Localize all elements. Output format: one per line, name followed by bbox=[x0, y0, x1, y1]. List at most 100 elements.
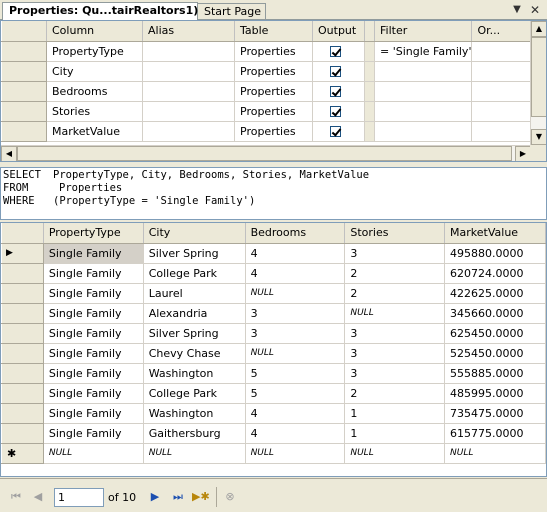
results-header-marketvalue[interactable]: MarketValue bbox=[444, 223, 546, 244]
tab-properties-query[interactable]: Properties: Qu...tairRealtors1)* bbox=[2, 2, 204, 21]
scroll-up-icon[interactable]: ▲ bbox=[531, 21, 546, 37]
row-selector[interactable] bbox=[1, 402, 44, 424]
cell-city[interactable]: College Park bbox=[143, 383, 246, 404]
cell-bedrooms[interactable]: 4 bbox=[245, 423, 346, 444]
criteria-header-table[interactable]: Table bbox=[234, 21, 313, 42]
new-row-cell-bedrooms[interactable]: NULL bbox=[245, 443, 346, 464]
row-selector[interactable] bbox=[1, 40, 47, 62]
cell-propertytype[interactable]: Single Family bbox=[43, 263, 144, 284]
criteria-filter-cell[interactable] bbox=[374, 61, 473, 82]
tab-start-page[interactable]: Start Page bbox=[198, 3, 266, 19]
row-selector[interactable]: ✱ bbox=[1, 442, 44, 464]
cell-marketvalue[interactable]: 625450.0000 bbox=[444, 323, 546, 344]
criteria-filter-cell[interactable]: = 'Single Family' bbox=[374, 41, 473, 62]
row-selector[interactable] bbox=[1, 382, 44, 404]
scroll-thumb[interactable] bbox=[531, 37, 546, 117]
criteria-table-cell[interactable]: Properties bbox=[234, 41, 313, 62]
cell-city[interactable]: Gaithersburg bbox=[143, 423, 246, 444]
criteria-column-cell[interactable]: Bedrooms bbox=[46, 81, 143, 102]
new-row-cell-marketvalue[interactable]: NULL bbox=[444, 443, 546, 464]
criteria-table-cell[interactable]: Properties bbox=[234, 121, 313, 142]
cell-marketvalue[interactable]: 555885.0000 bbox=[444, 363, 546, 384]
row-selector[interactable] bbox=[1, 422, 44, 444]
table-row[interactable]: Single Family Chevy Chase NULL 3 525450.0000 bbox=[1, 342, 546, 364]
cell-stories[interactable]: NULL bbox=[344, 303, 446, 324]
criteria-row[interactable]: Stories Properties bbox=[1, 100, 537, 122]
row-selector[interactable] bbox=[1, 302, 44, 324]
cell-bedrooms[interactable]: 3 bbox=[245, 303, 346, 324]
criteria-header-filter[interactable]: Filter bbox=[374, 21, 473, 42]
cell-marketvalue[interactable]: 615775.0000 bbox=[444, 423, 546, 444]
row-selector[interactable]: ▶ bbox=[1, 242, 44, 264]
row-selector[interactable] bbox=[1, 80, 47, 102]
new-row-cell-stories[interactable]: NULL bbox=[344, 443, 446, 464]
criteria-column-cell[interactable]: MarketValue bbox=[46, 121, 143, 142]
results-header-propertytype[interactable]: PropertyType bbox=[43, 223, 144, 244]
new-record-icon[interactable]: ▶✱ bbox=[192, 489, 210, 505]
current-record-input[interactable] bbox=[54, 488, 104, 507]
table-row[interactable]: Single Family Washington 5 3 555885.0000 bbox=[1, 362, 546, 384]
criteria-output-cell[interactable] bbox=[312, 101, 365, 122]
criteria-alias-cell[interactable] bbox=[142, 81, 235, 102]
cell-stories[interactable]: 2 bbox=[344, 283, 446, 304]
results-header-bedrooms[interactable]: Bedrooms bbox=[245, 223, 346, 244]
cell-marketvalue[interactable]: 525450.0000 bbox=[444, 343, 546, 364]
cell-city[interactable]: College Park bbox=[143, 263, 246, 284]
row-selector[interactable] bbox=[1, 322, 44, 344]
cell-stories[interactable]: 1 bbox=[344, 403, 446, 424]
cell-propertytype[interactable]: Single Family bbox=[43, 323, 144, 344]
cell-city[interactable]: Washington bbox=[143, 403, 246, 424]
output-checkbox[interactable] bbox=[330, 126, 341, 137]
output-checkbox[interactable] bbox=[330, 46, 341, 57]
criteria-alias-cell[interactable] bbox=[142, 41, 235, 62]
cell-stories[interactable]: 3 bbox=[344, 363, 446, 384]
cell-propertytype[interactable]: Single Family bbox=[43, 283, 144, 304]
criteria-header-output[interactable]: Output bbox=[312, 21, 365, 42]
cell-propertytype[interactable]: Single Family bbox=[43, 343, 144, 364]
scroll-left-icon[interactable]: ◀ bbox=[1, 146, 17, 161]
row-selector[interactable] bbox=[1, 60, 47, 82]
cell-city[interactable]: Silver Spring bbox=[143, 323, 246, 344]
criteria-or-cell[interactable] bbox=[471, 81, 537, 102]
stop-icon[interactable]: ⊗ bbox=[222, 489, 238, 505]
cell-stories[interactable]: 2 bbox=[344, 263, 446, 284]
criteria-header-or[interactable]: Or... bbox=[471, 21, 537, 42]
cell-propertytype[interactable]: Single Family bbox=[43, 243, 144, 264]
table-row[interactable]: Single Family Washington 4 1 735475.0000 bbox=[1, 402, 546, 424]
scroll-thumb[interactable] bbox=[17, 146, 512, 161]
new-row[interactable]: ✱ NULL NULL NULL NULL NULL bbox=[1, 442, 546, 464]
cell-propertytype[interactable]: Single Family bbox=[43, 423, 144, 444]
previous-record-icon[interactable]: ◀ bbox=[30, 489, 46, 505]
criteria-filter-cell[interactable] bbox=[374, 101, 473, 122]
criteria-table-cell[interactable]: Properties bbox=[234, 101, 313, 122]
criteria-row[interactable]: MarketValue Properties bbox=[1, 120, 537, 142]
next-record-icon[interactable]: ▶ bbox=[147, 489, 163, 505]
criteria-column-cell[interactable]: City bbox=[46, 61, 143, 82]
criteria-or-cell[interactable] bbox=[471, 41, 537, 62]
criteria-filter-cell[interactable] bbox=[374, 121, 473, 142]
results-header-stories[interactable]: Stories bbox=[344, 223, 446, 244]
cell-stories[interactable]: 3 bbox=[344, 323, 446, 344]
criteria-alias-cell[interactable] bbox=[142, 121, 235, 142]
criteria-output-cell[interactable] bbox=[312, 41, 365, 62]
table-row[interactable]: Single Family College Park 4 2 620724.0000 bbox=[1, 262, 546, 284]
cell-stories[interactable]: 1 bbox=[344, 423, 446, 444]
window-list-icon[interactable]: ▼ bbox=[510, 3, 524, 17]
criteria-column-cell[interactable]: Stories bbox=[46, 101, 143, 122]
criteria-output-cell[interactable] bbox=[312, 121, 365, 142]
first-record-icon[interactable]: ⏮ bbox=[8, 489, 24, 505]
scroll-down-icon[interactable]: ▼ bbox=[531, 129, 546, 145]
cell-city[interactable]: Washington bbox=[143, 363, 246, 384]
output-checkbox[interactable] bbox=[330, 66, 341, 77]
row-selector[interactable] bbox=[1, 262, 44, 284]
criteria-row[interactable]: City Properties bbox=[1, 60, 537, 82]
row-selector[interactable] bbox=[1, 342, 44, 364]
criteria-column-cell[interactable]: PropertyType bbox=[46, 41, 143, 62]
criteria-table-cell[interactable]: Properties bbox=[234, 81, 313, 102]
cell-bedrooms[interactable]: 3 bbox=[245, 323, 346, 344]
criteria-row[interactable]: Bedrooms Properties bbox=[1, 80, 537, 102]
table-row[interactable]: Single Family Laurel NULL 2 422625.0000 bbox=[1, 282, 546, 304]
criteria-or-cell[interactable] bbox=[471, 101, 537, 122]
cell-propertytype[interactable]: Single Family bbox=[43, 303, 144, 324]
sql-pane[interactable]: SELECT PropertyType, City, Bedrooms, Stor… bbox=[0, 167, 547, 220]
